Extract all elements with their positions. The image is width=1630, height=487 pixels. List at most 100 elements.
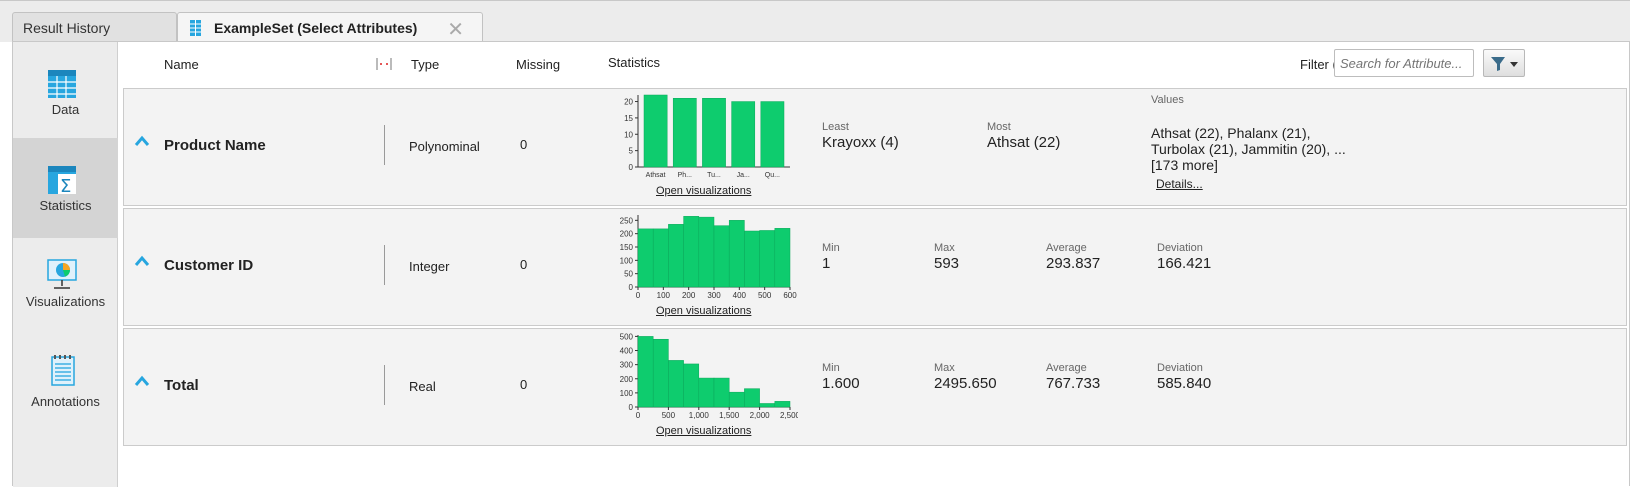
sidebar-item-visualizations[interactable]: Visualizations — [13, 238, 118, 338]
histogram-bar — [683, 216, 700, 288]
data-table-icon — [48, 70, 76, 98]
open-visualizations-link[interactable]: Open visualizations — [656, 305, 751, 317]
filter-funnel-icon — [1491, 57, 1518, 71]
stat-label-max: Max — [934, 362, 955, 374]
statistics-sigma-icon: Σ — [48, 166, 76, 196]
histogram-bar — [683, 363, 700, 408]
x-tick-label: 400 — [733, 291, 747, 300]
column-divider — [384, 245, 385, 285]
close-icon[interactable]: ✕ — [447, 17, 464, 42]
stat-value-min: 1 — [822, 255, 831, 272]
y-tick-label: 15 — [624, 114, 633, 123]
attribute-type: Polynominal — [409, 139, 480, 154]
histogram-bar — [668, 224, 684, 288]
stat-label-deviation: Deviation — [1157, 362, 1203, 374]
attribute-name: Customer ID — [164, 257, 254, 274]
stat-label-deviation: Deviation — [1157, 242, 1203, 254]
header-type[interactable]: Type — [411, 57, 439, 72]
histogram-bar — [698, 377, 715, 408]
x-tick-label: 500 — [662, 411, 676, 420]
y-tick-label: 500 — [620, 332, 634, 341]
column-divider — [384, 125, 385, 165]
x-tick-label: Qu... — [765, 172, 780, 179]
y-tick-label: 0 — [629, 283, 634, 292]
x-tick-label: 500 — [758, 291, 772, 300]
notepad-icon — [51, 355, 75, 386]
svg-text:Σ: Σ — [60, 176, 71, 196]
attribute-name: Product Name — [164, 137, 266, 154]
filter-dropdown-button[interactable] — [1483, 49, 1525, 77]
x-tick-label: 1,000 — [689, 411, 710, 420]
stat-label-least: Least — [822, 121, 849, 133]
attribute-name: Total — [164, 377, 199, 394]
x-tick-label: 100 — [657, 291, 671, 300]
column-divider — [384, 365, 385, 405]
y-tick-label: 250 — [620, 216, 634, 225]
collapse-chevron-icon[interactable] — [134, 255, 150, 267]
column-resize-icon[interactable] — [376, 58, 392, 70]
sidebar-item-label: Annotations — [31, 394, 100, 409]
histogram-bar — [652, 228, 669, 288]
stat-label-average: Average — [1046, 242, 1087, 254]
y-tick-label: 150 — [620, 243, 634, 252]
histogram-bar — [774, 401, 791, 408]
histogram-bar — [652, 338, 669, 408]
y-tick-label: 10 — [624, 130, 633, 139]
histogram-bar — [672, 98, 697, 168]
histogram-bar — [759, 230, 776, 288]
attribute-type: Real — [409, 379, 436, 394]
x-tick-label: 2,000 — [750, 411, 771, 420]
collapse-chevron-icon[interactable] — [134, 135, 150, 147]
y-tick-label: 200 — [620, 375, 634, 384]
header-missing[interactable]: Missing — [516, 57, 560, 72]
histogram-bar — [728, 391, 745, 408]
stat-value-average: 767.733 — [1046, 375, 1101, 392]
stat-value-max: 2495.650 — [934, 375, 997, 392]
y-tick-label: 200 — [620, 230, 634, 239]
y-tick-label: 400 — [620, 347, 634, 356]
histogram-bar — [744, 388, 760, 408]
tab-exampleset[interactable]: ExampleSet (Select Attributes) ✕ — [177, 12, 483, 43]
x-tick-label: Tu... — [707, 172, 721, 179]
y-tick-label: 0 — [629, 163, 634, 172]
x-tick-label: Ph... — [678, 172, 692, 179]
histogram-bar — [774, 228, 791, 288]
results-panel: Data Σ Statistics Visualizations Annotat… — [12, 41, 1630, 487]
view-sidebar: Data Σ Statistics Visualizations Annotat… — [13, 42, 118, 487]
histogram-bar — [759, 403, 776, 408]
tab-bar: Result History ExampleSet (Select Attrib… — [0, 0, 1630, 43]
sidebar-item-data[interactable]: Data — [13, 42, 118, 142]
tab-result-history[interactable]: Result History — [12, 12, 177, 43]
stat-label-most: Most — [987, 121, 1011, 133]
attribute-missing: 0 — [520, 257, 528, 272]
stat-label-max: Max — [934, 242, 955, 254]
header-statistics: Statistics — [608, 55, 661, 70]
histogram-bar — [760, 101, 785, 168]
histogram-chart[interactable]: 0 5 10 15 20 Athsat Ph... Tu... Ja... Qu... — [608, 91, 798, 185]
sidebar-item-label: Data — [51, 102, 80, 117]
stat-value-most: Athsat (22) — [987, 134, 1061, 151]
sidebar-item-statistics[interactable]: Σ Statistics — [13, 138, 118, 238]
sidebar-item-label: Statistics — [39, 198, 92, 213]
sidebar-item-annotations[interactable]: Annotations — [13, 338, 118, 438]
attribute-type: Integer — [409, 259, 450, 274]
x-tick-label: 1,500 — [719, 411, 740, 420]
histogram-bar — [637, 228, 654, 288]
stat-value-least: Krayoxx (4) — [822, 134, 899, 151]
open-visualizations-link[interactable]: Open visualizations — [656, 185, 751, 197]
x-tick-label: Ja... — [737, 172, 750, 179]
y-tick-label: 20 — [624, 98, 633, 107]
y-tick-label: 5 — [629, 147, 634, 156]
histogram-bar — [728, 220, 745, 288]
open-visualizations-link[interactable]: Open visualizations — [656, 425, 751, 437]
histogram-chart[interactable]: 0 100 200 300 400 500 0 500 1,000 1,500 2,000 2,500 — [608, 331, 798, 425]
y-tick-label: 0 — [629, 403, 634, 412]
x-tick-label: 300 — [707, 291, 721, 300]
details-link[interactable]: Details... — [1156, 177, 1203, 191]
histogram-bar — [668, 360, 684, 408]
y-tick-label: 100 — [620, 256, 634, 265]
histogram-chart[interactable]: 0 50 100 150 200 250 0 100 200 300 400 500 600 — [608, 211, 798, 305]
search-attribute-input[interactable] — [1334, 49, 1474, 77]
collapse-chevron-icon[interactable] — [134, 375, 150, 387]
header-name[interactable]: Name — [164, 57, 199, 72]
